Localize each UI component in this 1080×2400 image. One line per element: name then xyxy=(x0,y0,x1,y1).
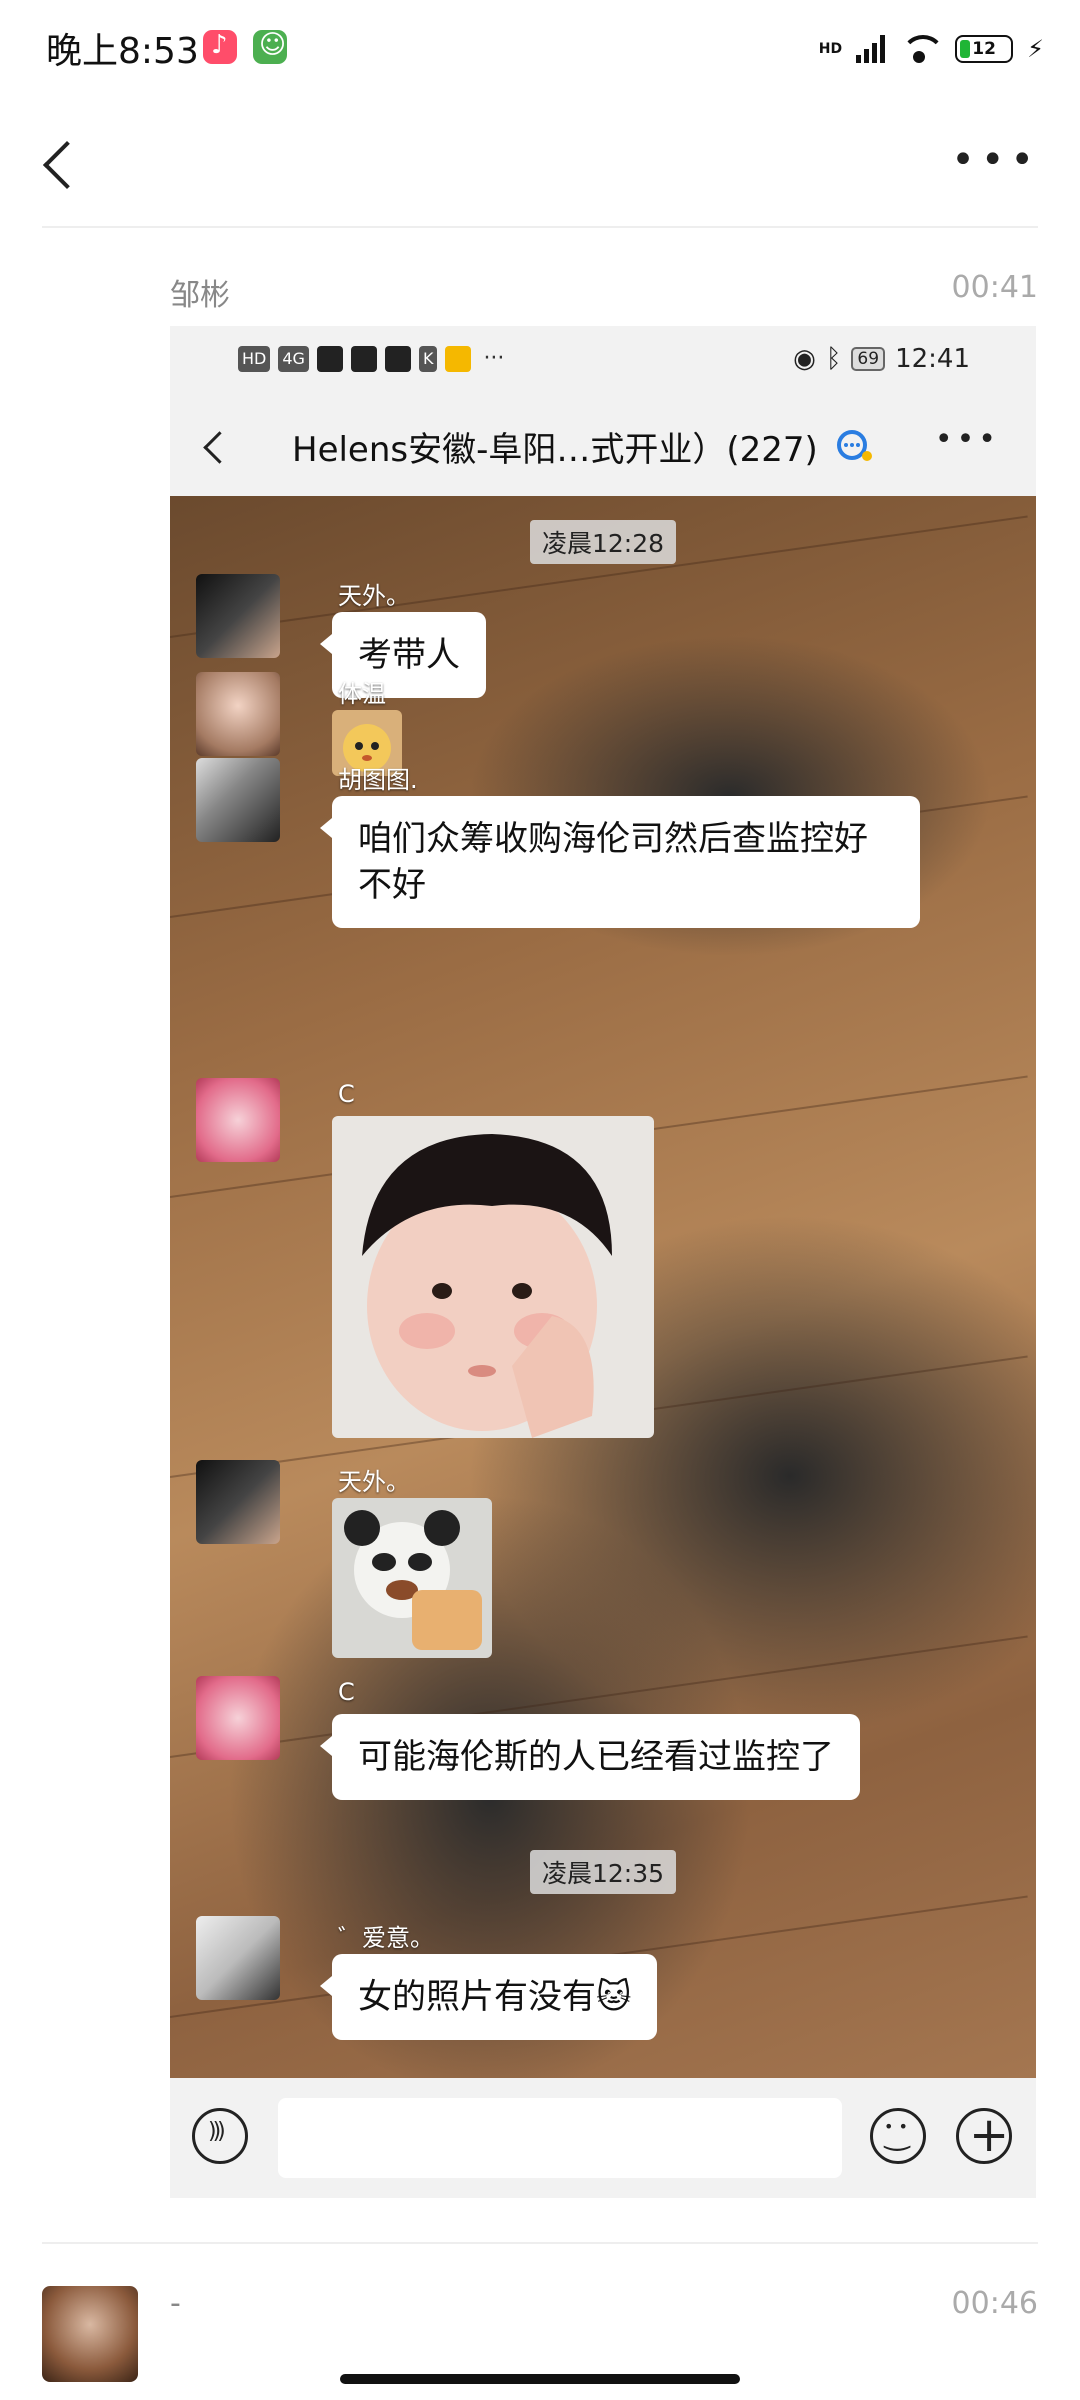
top-nav: ••• xyxy=(0,110,1080,220)
qq-icon xyxy=(837,430,872,461)
wifi-icon xyxy=(899,33,946,65)
inner-time: 12:41 xyxy=(895,344,970,374)
home-indicator[interactable] xyxy=(340,2374,740,2384)
sender-name: 胡图图. xyxy=(338,766,418,794)
avatar xyxy=(196,1460,280,1544)
avatar[interactable] xyxy=(42,2286,138,2382)
message-bubble: 咱们众筹收购海伦司然后查监控好不好 xyxy=(320,796,920,928)
nav-divider xyxy=(42,226,1038,228)
inner-chat-header: Helens安徽-阜阳…式开业）(227) ••• xyxy=(170,398,1036,496)
message-bubble: 可能海伦斯的人已经看过监控了 xyxy=(320,1714,860,1800)
avatar xyxy=(196,758,280,842)
bluetooth-icon: ᛒ xyxy=(825,344,842,374)
plus-icon xyxy=(956,2105,1012,2165)
status-bar: 晚上8:53 HD 12 ⚡ xyxy=(0,0,1080,95)
sender-name: C xyxy=(338,1080,355,1108)
charging-icon: ⚡ xyxy=(1027,35,1044,63)
more-options-icon[interactable]: ••• xyxy=(951,140,1040,180)
comment-divider xyxy=(42,2242,1038,2244)
inner-hd-badge: HD xyxy=(238,346,271,372)
sender-name: C xyxy=(338,1678,355,1706)
comment-author[interactable]: 邹彬 xyxy=(170,270,230,314)
time-stamp: 凌晨12:28 xyxy=(170,520,1036,564)
baby-photo-sticker xyxy=(332,1116,654,1438)
chat-screenshot-image[interactable]: HD 4G K ··· ◉ ᛒ 69 12:41 Helens安徽-阜阳…式开业… xyxy=(170,326,1036,2198)
voice-icon xyxy=(192,2108,248,2164)
comment-time: 00:46 xyxy=(951,2286,1038,2321)
panda-meme-sticker xyxy=(332,1498,492,1658)
inner-input-bar xyxy=(170,2078,1036,2198)
music-app-icon xyxy=(203,30,237,64)
time-stamp: 凌晨12:35 xyxy=(170,1850,1036,1894)
inner-more-indicator: ··· xyxy=(483,346,505,371)
inner-tiktok-icon xyxy=(316,346,343,372)
inner-app-icon xyxy=(350,346,377,372)
inner-status-bar: HD 4G K ··· ◉ ᛒ 69 12:41 xyxy=(170,326,1036,398)
sender-name: 体温 xyxy=(338,680,386,708)
chat-area: 凌晨12:28 天外。 考带人 体温 胡图图. 咱们众筹收购海伦司然后查监控好不… xyxy=(170,496,1036,2078)
signal-icon xyxy=(856,35,886,63)
avatar xyxy=(196,1676,280,1760)
emoji-icon xyxy=(870,2108,926,2164)
battery-level: 12 xyxy=(972,39,996,59)
hd-label: HD xyxy=(818,41,843,57)
inner-message-field xyxy=(278,2098,842,2178)
avatar xyxy=(196,1078,280,1162)
sender-name: ゛爱意。 xyxy=(338,1924,434,1952)
inner-battery: 69 xyxy=(851,347,886,371)
inner-4g-badge: 4G xyxy=(278,346,309,372)
inner-k-badge: K xyxy=(418,346,438,372)
inner-notification-icon xyxy=(445,346,472,372)
avatar xyxy=(196,574,280,658)
back-button[interactable] xyxy=(32,128,92,198)
inner-back-icon xyxy=(196,424,236,470)
chat-title: Helens安徽-阜阳…式开业）(227) xyxy=(292,430,818,470)
comment-time: 00:41 xyxy=(951,270,1038,305)
sender-name: 天外。 xyxy=(338,582,410,610)
comment-author[interactable]: - xyxy=(170,2286,181,2321)
status-time: 晚上8:53 xyxy=(46,31,199,72)
avatar xyxy=(196,1916,280,2000)
battery-icon: 12 xyxy=(955,35,1014,63)
chat-app-icon xyxy=(253,30,287,64)
eye-icon: ◉ xyxy=(793,344,816,374)
message-bubble: 女的照片有没有🐱 xyxy=(319,1954,658,2040)
sender-name: 天外。 xyxy=(338,1468,410,1496)
inner-more-icon: ••• xyxy=(934,422,1000,457)
status-indicators: HD 12 ⚡ xyxy=(819,24,1044,74)
inner-capcut-icon xyxy=(384,346,411,372)
avatar xyxy=(196,672,280,756)
